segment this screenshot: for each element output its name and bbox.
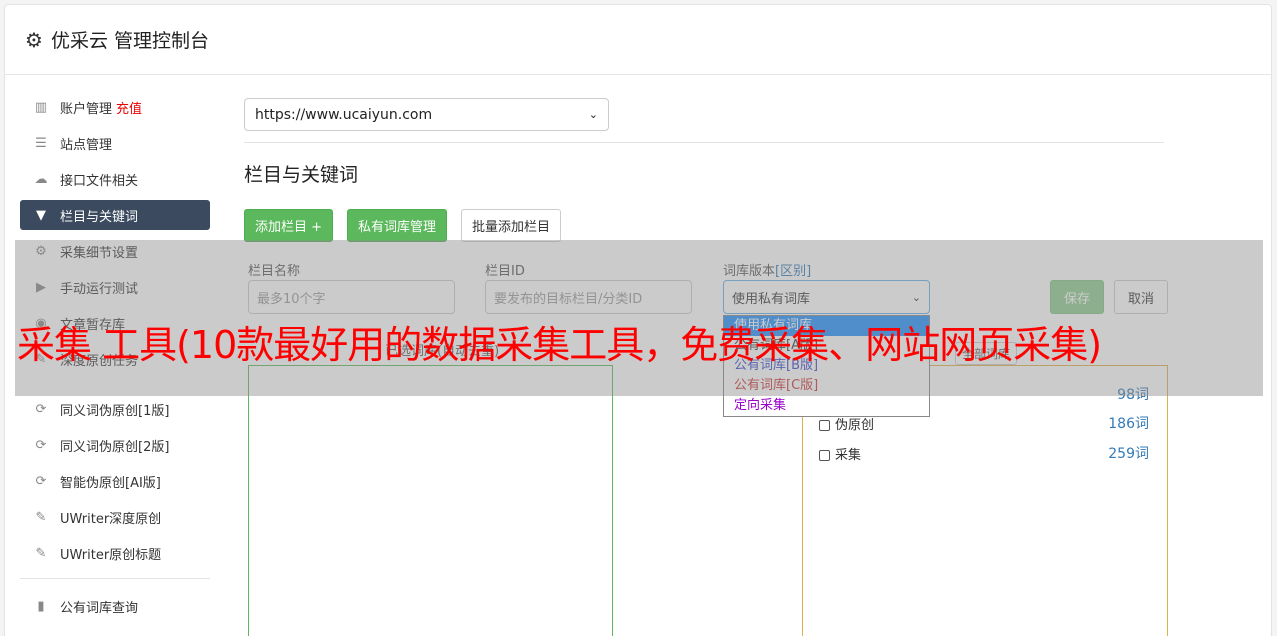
sidebar-item-label: 栏目与关键词: [60, 209, 139, 225]
overlay-band: [15, 240, 1263, 396]
lib-row-count: 186词: [1108, 416, 1149, 432]
recharge-link[interactable]: 充值: [116, 98, 142, 117]
sidebar-item-synonym-v1[interactable]: ⟳ 同义词伪原创[1版]: [20, 394, 210, 424]
add-column-button[interactable]: 添加栏目 +: [244, 209, 334, 242]
page-title: 优采云 管理控制台: [50, 30, 209, 52]
selected-libs-box[interactable]: [248, 365, 613, 636]
lib-row-label-wrap: 采集: [819, 444, 861, 463]
lib-row[interactable]: 采集 259词: [819, 443, 1149, 463]
sidebar-item-label: UWriter深度原创: [60, 511, 162, 527]
sidebar-divider: [20, 578, 210, 579]
edit-icon: ✎: [35, 545, 47, 561]
gear-icon: ⚙: [25, 27, 43, 52]
console-header: ⚙ 优采云 管理控制台: [5, 5, 1271, 75]
sidebar-item-public-lib[interactable]: ▮ 公有词库查询: [20, 591, 210, 621]
sidebar-item-uwriter-title[interactable]: ✎ UWriter原创标题: [20, 538, 210, 568]
sidebar-item-label: 同义词伪原创[2版]: [60, 439, 170, 455]
private-lib-button[interactable]: 私有词库管理: [347, 209, 448, 242]
sidebar-item-uwriter-deep[interactable]: ✎ UWriter深度原创: [20, 502, 210, 532]
sidebar-item-columns-keywords[interactable]: ▼ 栏目与关键词: [20, 200, 210, 230]
lib-row-label: 伪原创: [835, 417, 875, 433]
refresh-icon: ⟳: [35, 473, 47, 489]
sidebar-item-label: 智能伪原创[AI版]: [60, 475, 161, 491]
lib-row-label: 采集: [835, 447, 862, 463]
sidebar-item-label: 同义词伪原创[1版]: [60, 403, 170, 419]
sidebar-item-account[interactable]: ▥ 账户管理 充值: [20, 92, 210, 122]
bar-chart-icon: ▥: [34, 99, 48, 115]
sidebar-item-ai-rewrite[interactable]: ⟳ 智能伪原创[AI版]: [20, 466, 210, 496]
sidebar-item-label: 账户管理: [60, 101, 113, 117]
checkbox[interactable]: [819, 449, 830, 461]
refresh-icon: ⟳: [35, 401, 47, 417]
dropdown-option[interactable]: 定向采集: [724, 396, 929, 416]
sidebar-item-sites[interactable]: ☰ 站点管理: [20, 128, 210, 158]
action-buttons: 添加栏目 + 私有词库管理 批量添加栏目: [244, 209, 1164, 242]
refresh-icon: ⟳: [35, 437, 47, 453]
sidebar-item-api-files[interactable]: ☁ 接口文件相关: [20, 164, 210, 194]
edit-icon: ✎: [35, 509, 47, 525]
divider: [244, 142, 1164, 143]
sidebar-item-label: 接口文件相关: [60, 173, 139, 189]
lib-row-count: 259词: [1108, 446, 1149, 462]
sidebar-item-label: 站点管理: [60, 137, 113, 153]
overlay-title: 采集 工具(10款最好用的数据采集工具，免费采集、网站网页采集): [17, 323, 1102, 367]
checkbox[interactable]: [819, 419, 830, 431]
main-content: https://www.ucaiyun.com ⌄ 栏目与关键词 添加栏目 + …: [244, 98, 1168, 314]
filter-icon: ▼: [36, 207, 46, 223]
site-select-value: https://www.ucaiyun.com: [255, 106, 433, 123]
sidebar-item-label: UWriter原创标题: [60, 547, 162, 563]
sidebar-item-synonym-v2[interactable]: ⟳ 同义词伪原创[2版]: [20, 430, 210, 460]
chevron-down-icon: ⌄: [588, 108, 598, 121]
server-icon: ☰: [35, 135, 47, 151]
site-select[interactable]: https://www.ucaiyun.com ⌄: [244, 98, 609, 131]
section-title: 栏目与关键词: [244, 164, 359, 186]
book-icon: ▮: [37, 598, 45, 614]
sidebar-item-label: 公有词库查询: [60, 600, 139, 616]
batch-add-button[interactable]: 批量添加栏目: [461, 209, 562, 242]
cloud-upload-icon: ☁: [34, 171, 48, 187]
